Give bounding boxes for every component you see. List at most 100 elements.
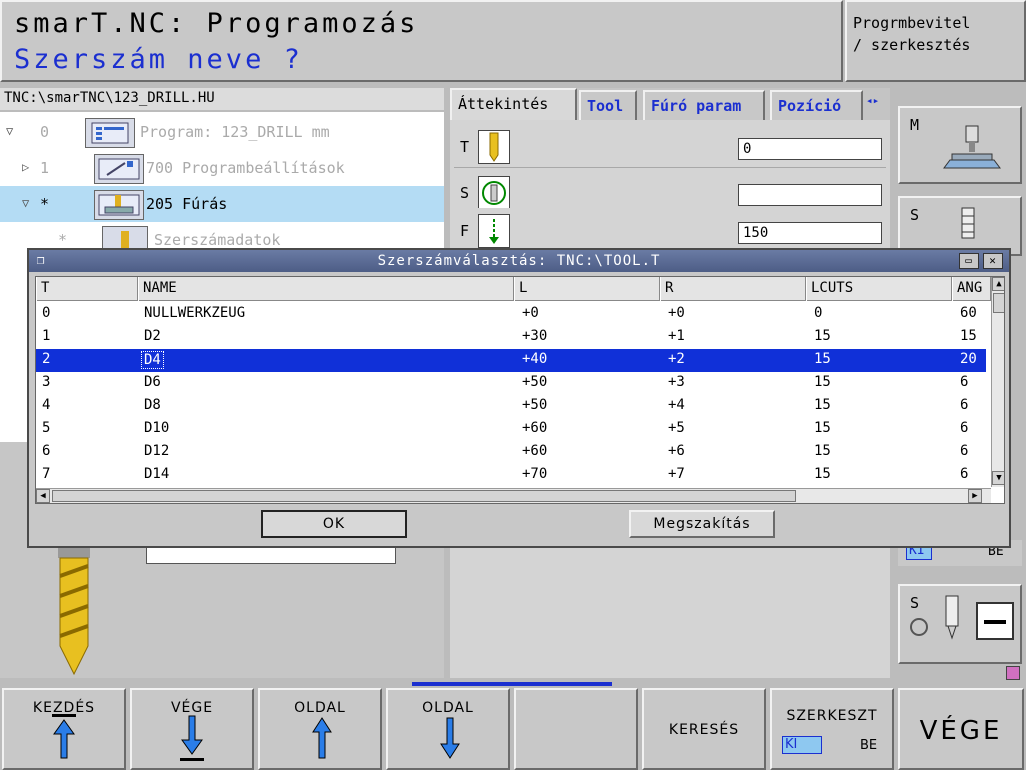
softkey-exit[interactable]: VÉGE: [898, 688, 1024, 770]
cancel-button[interactable]: Megszakítás: [629, 510, 775, 538]
col-header-name[interactable]: NAME: [138, 277, 514, 301]
cell-t: 2: [42, 351, 51, 367]
tree-row-label: Program: 123_DRILL mm: [140, 123, 330, 141]
table-row-selected[interactable]: 2 D4 +40 +2 15 20: [36, 349, 986, 372]
cell-lcuts: 15: [814, 443, 831, 459]
machine-icon: [943, 125, 1001, 169]
dialog-title: Szerszámválasztás: TNC:\TOOL.T: [377, 253, 661, 269]
m-function-button[interactable]: M: [898, 106, 1022, 184]
cell-lcuts: 15: [814, 466, 831, 482]
cell-lcuts: 15: [814, 374, 831, 390]
tree-row-program-settings[interactable]: ▷ 1 700 Programbeállítások: [0, 150, 444, 186]
softkey-label: VÉGE: [919, 716, 1003, 746]
tab-drill-params[interactable]: Fúró param: [643, 90, 765, 120]
col-header-lcuts[interactable]: LCUTS: [806, 277, 952, 301]
collapse-arrow-icon[interactable]: ▽: [22, 196, 29, 210]
mode-line-1: Progrmbevitel: [853, 14, 971, 32]
mode-indicator: Progrmbevitel / szerkesztés: [845, 0, 1026, 82]
cell-t: 1: [42, 328, 51, 344]
spindle-button[interactable]: S: [898, 196, 1022, 256]
table-row[interactable]: 5 D10 +60 +5 15 6: [36, 418, 986, 441]
col-header-t[interactable]: T: [36, 277, 138, 301]
tab-tool[interactable]: Tool: [579, 90, 637, 120]
cell-r: +2: [668, 351, 685, 367]
close-icon[interactable]: ✕: [983, 253, 1003, 269]
table-row[interactable]: 7 D14 +70 +7 15 6: [36, 464, 986, 487]
tab-overview[interactable]: Áttekintés: [450, 88, 577, 120]
tab-position[interactable]: Pozíció: [770, 90, 863, 120]
cell-lcuts: 15: [814, 397, 831, 413]
dialog-title-bar[interactable]: ❐ Szerszámválasztás: TNC:\TOOL.T ▭ ✕: [29, 250, 1009, 272]
softkey-search[interactable]: KERESÉS: [642, 688, 766, 770]
cell-ang: 6: [960, 374, 969, 390]
cell-lcuts: 15: [814, 328, 831, 344]
cell-t: 0: [42, 305, 51, 321]
table-row[interactable]: 0 NULLWERKZEUG +0 +0 0 60: [36, 303, 986, 326]
tree-row-number: 0: [40, 123, 50, 141]
tree-row-number: 1: [40, 159, 50, 177]
arrow-up-icon: [312, 717, 332, 759]
tool-number-field[interactable]: 0: [738, 138, 882, 160]
cell-t: 7: [42, 466, 51, 482]
table-row[interactable]: 3 D6 +50 +3 15 6: [36, 372, 986, 395]
table-row[interactable]: 4 D8 +50 +4 15 6: [36, 395, 986, 418]
param-letter: F: [460, 222, 470, 240]
cell-r: +1: [668, 328, 685, 344]
tree-row-program[interactable]: ▽ 0 Program: 123_DRILL mm: [0, 114, 444, 150]
scroll-down-icon[interactable]: ▼: [992, 471, 1004, 485]
s-key-label: S: [910, 594, 920, 612]
m-key-label: M: [910, 116, 920, 134]
col-header-ang[interactable]: ANG: [952, 277, 991, 301]
cell-name: D12: [144, 443, 170, 459]
ok-button[interactable]: OK: [261, 510, 407, 538]
tab-scroll-arrows-icon[interactable]: ◂▸: [866, 94, 879, 107]
scroll-left-icon[interactable]: ◀: [36, 489, 50, 503]
table-header: T NAME L R LCUTS ANG: [36, 277, 991, 301]
vertical-scrollbar[interactable]: ▲ ▼: [991, 277, 1004, 487]
cell-l: +70: [522, 466, 548, 482]
tree-row-number: *: [58, 231, 68, 249]
minus-icon[interactable]: [976, 602, 1014, 640]
collapse-arrow-icon[interactable]: ▽: [6, 124, 13, 138]
expand-arrow-icon[interactable]: ▷: [22, 160, 29, 174]
param-letter: T: [460, 138, 470, 156]
cell-ang: 6: [960, 443, 969, 459]
softkey-start[interactable]: KEZDÉS: [2, 688, 126, 770]
tree-row-label: 700 Programbeállítások: [146, 159, 345, 177]
softkey-empty[interactable]: [514, 688, 638, 770]
cell-lcuts: 15: [814, 351, 831, 367]
tree-row-drilling[interactable]: ▽ * 205 Fúrás: [0, 186, 444, 222]
softkey-page-up[interactable]: OLDAL: [258, 688, 382, 770]
horizontal-scroll-thumb[interactable]: [52, 490, 796, 502]
scroll-right-icon[interactable]: ▶: [968, 489, 982, 503]
maximize-icon[interactable]: ▭: [959, 253, 979, 269]
param-letter: S: [460, 184, 470, 202]
spindle-stop-button[interactable]: S: [898, 584, 1022, 664]
spindle-icon: [945, 595, 959, 640]
softkey-end[interactable]: VÉGE: [130, 688, 254, 770]
cell-lcuts: 15: [814, 420, 831, 436]
feed-rate-field[interactable]: 150: [738, 222, 882, 244]
cell-r: +4: [668, 397, 685, 413]
mode-line-2: / szerkesztés: [853, 36, 971, 54]
table-row[interactable]: 6 D12 +60 +6 15 6: [36, 441, 986, 464]
tool-table[interactable]: T NAME L R LCUTS ANG 0 NULLWERKZEUG +0 +…: [35, 276, 1005, 504]
col-header-l[interactable]: L: [514, 277, 660, 301]
softkey-label: OLDAL: [294, 700, 346, 716]
softkey-label: SZERKESZT: [786, 708, 878, 724]
rotation-icon: [910, 618, 928, 636]
table-row[interactable]: 1 D2 +30 +1 15 15: [36, 326, 986, 349]
horizontal-scrollbar[interactable]: ◀ ▶: [36, 488, 991, 503]
tool-selection-dialog: ❐ Szerszámválasztás: TNC:\TOOL.T ▭ ✕ T N…: [27, 248, 1011, 548]
spindle-speed-field[interactable]: [738, 184, 882, 206]
app-title: smarT.NC: Programozás: [14, 8, 419, 39]
cell-r: +6: [668, 443, 685, 459]
cell-r: +0: [668, 305, 685, 321]
drill-bit-icon: [478, 130, 510, 164]
col-header-r[interactable]: R: [660, 277, 806, 301]
scroll-up-icon[interactable]: ▲: [992, 277, 1004, 291]
input-prompt: Szerszám neve ?: [14, 44, 303, 75]
vertical-scroll-thumb[interactable]: [993, 293, 1004, 313]
softkey-edit-toggle[interactable]: SZERKESZT KI BE: [770, 688, 894, 770]
softkey-page-down[interactable]: OLDAL: [386, 688, 510, 770]
